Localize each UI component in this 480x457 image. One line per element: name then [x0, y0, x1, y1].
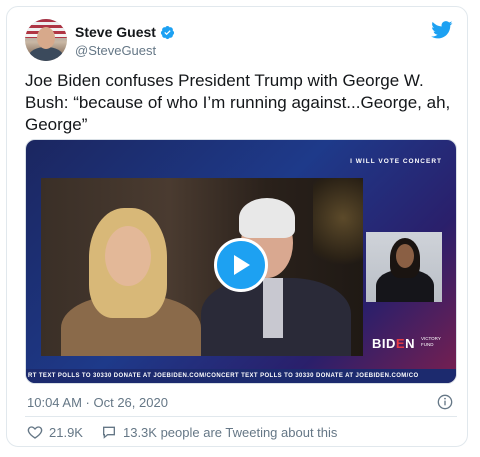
tweeting-about-text: 13.3K people are Tweeting about this [122, 424, 338, 440]
interpreter-face [396, 244, 414, 268]
concert-overlay-label: I WILL VOTE CONCERT [350, 158, 442, 165]
tweet-timestamp[interactable]: 10:04 AM · Oct 26, 2020 [27, 395, 168, 410]
biden-logo: BIDEN [372, 336, 415, 351]
like-count: 21.9K [49, 424, 83, 440]
biden-logo-bar: E [395, 336, 406, 351]
donation-ticker: RT TEXT POLLS TO 30330 DONATE AT JOEBIDE… [26, 369, 456, 383]
person-left-face [105, 226, 151, 286]
video-plant [313, 178, 363, 278]
sign-language-interpreter [366, 232, 442, 302]
person-right-hair [239, 198, 295, 238]
video-frame[interactable] [41, 178, 363, 356]
author-handle[interactable]: @SteveGuest [75, 43, 156, 58]
victory-fund-label: VICTORY FUND [421, 336, 441, 347]
tweet-card: Steve Guest @SteveGuest Joe Biden confus… [6, 6, 468, 447]
tweet-actions: 21.9K 13.3K people are Tweeting about th… [27, 424, 355, 440]
tweet-text: Joe Biden confuses President Trump with … [25, 71, 451, 134]
twitter-bird-icon[interactable] [431, 21, 453, 39]
ticker-text: RT TEXT POLLS TO 30330 DONATE AT JOEBIDE… [28, 373, 419, 379]
biden-logo-start: BID [372, 336, 396, 351]
avatar-shirt [29, 47, 63, 61]
info-icon[interactable] [437, 394, 453, 410]
avatar-face [37, 27, 55, 49]
author-display-name[interactable]: Steve Guest [75, 24, 156, 40]
avatar[interactable] [25, 19, 67, 61]
tweeting-about-link[interactable]: 13.3K people are Tweeting about this [101, 424, 337, 440]
play-button[interactable] [214, 238, 268, 292]
speech-bubble-icon [102, 426, 115, 439]
play-icon [234, 255, 250, 275]
video-media[interactable]: I WILL VOTE CONCERT BIDEN VICTORY FUND R… [25, 139, 457, 384]
verified-badge-icon [160, 25, 174, 39]
heart-icon [27, 426, 43, 439]
person-right-shirt [263, 278, 283, 338]
divider [25, 416, 457, 417]
like-button[interactable]: 21.9K [27, 424, 83, 440]
biden-logo-end: N [405, 336, 415, 351]
author-name-row[interactable]: Steve Guest [75, 24, 175, 40]
